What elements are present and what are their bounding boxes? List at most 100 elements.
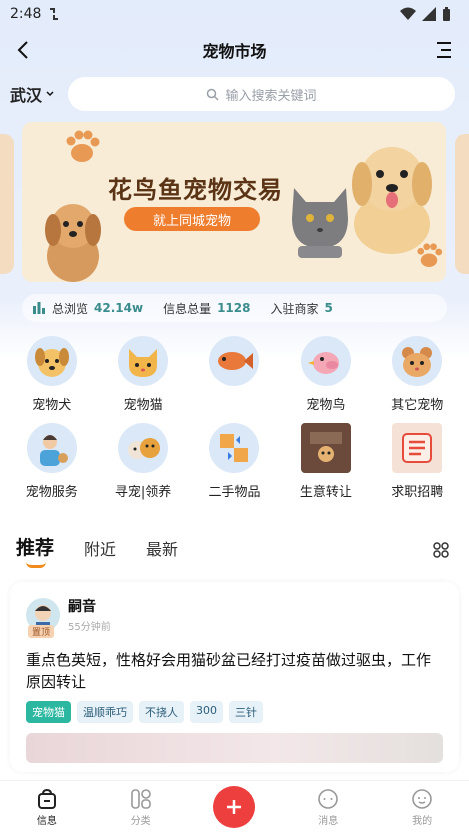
category-transfer[interactable]: 生意转让 xyxy=(280,423,371,500)
avatar[interactable]: 置顶 xyxy=(26,597,60,638)
dog-icon xyxy=(26,336,77,386)
nav-label: 分类 xyxy=(130,816,151,827)
nav-info[interactable]: 信息 xyxy=(17,788,77,827)
category-secondhand[interactable]: 二手物品 xyxy=(189,423,280,500)
pinned-badge: 置顶 xyxy=(28,624,55,638)
author-name: 嗣音 xyxy=(68,599,96,615)
wifi-icon xyxy=(400,7,416,20)
stats-bar: 总浏览 42.14w 信息总量 1128 入驻商家 5 xyxy=(22,294,447,322)
category-other[interactable]: 其它宠物 xyxy=(372,336,463,413)
category-fish[interactable] xyxy=(189,336,280,413)
banner-title: 花鸟鱼宠物交易 xyxy=(108,176,283,204)
views-label: 总浏览 xyxy=(52,301,89,316)
tag: 温顺乖巧 xyxy=(77,701,133,723)
search-icon xyxy=(207,88,220,101)
tag: 不挠人 xyxy=(139,701,184,723)
tab-nearby[interactable]: 附近 xyxy=(84,536,116,568)
category-service[interactable]: 宠物服务 xyxy=(6,423,97,500)
city-selector[interactable]: 武汉 xyxy=(10,82,58,106)
category-label: 寻宠|领养 xyxy=(114,485,172,500)
category-label: 生意转让 xyxy=(299,485,352,500)
post-image[interactable] xyxy=(26,733,443,763)
chevron-down-icon xyxy=(46,91,54,97)
category-jobs[interactable]: 求职招聘 xyxy=(372,423,463,500)
tag: 300 xyxy=(190,701,223,723)
bag-icon xyxy=(37,788,56,809)
tag: 三针 xyxy=(229,701,263,723)
feed-tabs: 推荐 附近 最新 xyxy=(0,528,469,568)
sync-icon xyxy=(50,8,59,20)
layout-grid-icon[interactable] xyxy=(433,542,449,558)
tab-label: 附近 xyxy=(84,540,117,559)
hamster-icon xyxy=(392,336,443,386)
golden-dog-image xyxy=(352,147,432,254)
search-placeholder: 输入搜索关键词 xyxy=(225,88,317,104)
chat-icon xyxy=(318,789,339,809)
nav-label: 信息 xyxy=(36,816,57,827)
category-label: 其它宠物 xyxy=(391,398,444,413)
menu-icon[interactable] xyxy=(433,38,455,62)
banner-carousel[interactable]: 花鸟鱼宠物交易 就上同城宠物 xyxy=(0,122,469,284)
plus-icon xyxy=(227,799,242,814)
info-label: 信息总量 xyxy=(163,301,212,316)
banner-prev-slide xyxy=(0,134,14,274)
category-bird[interactable]: 宠物鸟 xyxy=(280,336,371,413)
page-title: 宠物市场 xyxy=(202,42,267,61)
category-label: 宠物服务 xyxy=(25,485,78,500)
battery-icon xyxy=(443,6,450,21)
fish-icon xyxy=(209,336,260,386)
signal-icon xyxy=(422,7,436,21)
post-time: 55分钟前 xyxy=(68,622,111,633)
post-author: 置顶 嗣音 55分钟前 xyxy=(26,596,443,638)
status-time: 2:48 xyxy=(10,6,42,22)
puppy-image xyxy=(45,204,101,282)
tab-recommend[interactable]: 推荐 xyxy=(16,533,54,568)
nav-messages[interactable]: 消息 xyxy=(298,788,358,827)
profile-icon xyxy=(412,789,432,809)
nav-category[interactable]: 分类 xyxy=(111,788,171,827)
views-value: 42.14w xyxy=(94,301,144,315)
tab-label: 最新 xyxy=(146,540,179,559)
post-card[interactable]: 置顶 嗣音 55分钟前 重点色英短，性格好会用猫砂盆已经打过疫苗做过驱虫，工作原… xyxy=(10,582,459,772)
adopt-icon xyxy=(118,423,169,473)
category-label: 宠物犬 xyxy=(32,398,72,413)
cat-icon xyxy=(118,336,169,386)
merchant-value: 5 xyxy=(324,301,333,315)
groomer-icon xyxy=(26,423,77,473)
tab-indicator xyxy=(26,562,46,568)
back-icon[interactable] xyxy=(12,38,36,62)
nav-profile[interactable]: 我的 xyxy=(392,788,452,827)
category-adopt[interactable]: 寻宠|领养 xyxy=(97,423,188,500)
search-input[interactable]: 输入搜索关键词 xyxy=(68,77,455,111)
category-label: 求职招聘 xyxy=(391,485,444,500)
merchant-label: 入驻商家 xyxy=(270,301,319,316)
paw-icon xyxy=(66,130,100,162)
bar-chart-icon xyxy=(33,302,45,314)
banner-subtitle: 就上同城宠物 xyxy=(124,207,260,231)
category-label: 宠物猫 xyxy=(123,398,163,413)
nav-label: 我的 xyxy=(412,816,433,827)
category-grid: 宠物犬 宠物猫 宠物鸟 其它宠物 宠物服务 寻宠|领养 二手物品 生意转让 求职… xyxy=(0,328,469,500)
paw-icon xyxy=(417,243,443,267)
job-board-icon xyxy=(392,423,443,473)
bird-icon xyxy=(300,336,351,386)
post-tags: 宠物猫 温顺乖巧 不挠人 300 三针 xyxy=(26,701,443,723)
tag: 宠物猫 xyxy=(26,701,71,723)
search-row: 武汉 输入搜索关键词 xyxy=(0,72,469,116)
banner-slide[interactable]: 花鸟鱼宠物交易 就上同城宠物 xyxy=(22,122,446,282)
info-value: 1128 xyxy=(217,301,251,315)
post-content: 重点色英短，性格好会用猫砂盆已经打过疫苗做过驱虫，工作原因转让 xyxy=(26,651,432,691)
category-cat[interactable]: 宠物猫 xyxy=(97,336,188,413)
nav-publish[interactable] xyxy=(204,785,264,828)
bottom-nav: 信息 分类 消息 我的 xyxy=(0,780,469,834)
category-label: 宠物鸟 xyxy=(306,398,346,413)
category-dog[interactable]: 宠物犬 xyxy=(6,336,97,413)
publish-button[interactable] xyxy=(213,785,256,828)
status-bar: 2:48 xyxy=(0,0,469,28)
tab-label: 推荐 xyxy=(16,537,55,559)
tab-latest[interactable]: 最新 xyxy=(146,536,178,568)
nav-bar: 宠物市场 xyxy=(0,28,469,72)
apps-icon xyxy=(130,789,151,809)
city-label: 武汉 xyxy=(10,86,43,105)
shop-icon xyxy=(300,423,351,473)
